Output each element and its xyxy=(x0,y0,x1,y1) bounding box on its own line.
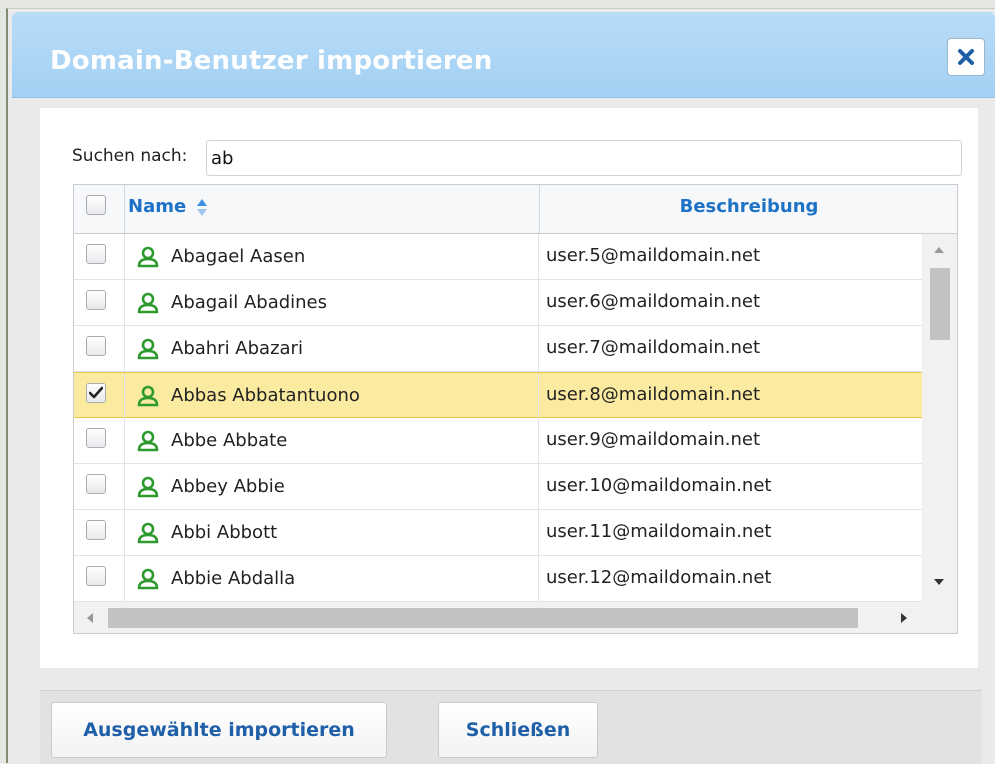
name-cell: Abbi Abbott xyxy=(124,510,539,555)
user-icon xyxy=(137,476,159,498)
user-description: user.9@maildomain.net xyxy=(546,429,761,450)
user-name: Abagail Abadines xyxy=(171,292,328,313)
row-checkbox[interactable] xyxy=(86,244,106,264)
user-name: Abbey Abbie xyxy=(171,476,285,497)
scroll-corner xyxy=(922,602,957,633)
user-icon xyxy=(137,338,159,360)
user-description: user.11@maildomain.net xyxy=(546,521,772,542)
user-name: Abbe Abbate xyxy=(171,430,288,451)
scroll-up-arrow-icon[interactable] xyxy=(933,246,945,254)
user-name: Abagael Aasen xyxy=(171,246,306,267)
column-header-name[interactable]: Name xyxy=(128,196,186,217)
user-description: user.7@maildomain.net xyxy=(546,337,761,358)
row-checkbox-cell xyxy=(74,464,125,509)
name-cell: Abagail Abadines xyxy=(124,280,539,325)
table-row[interactable]: Abbe Abbate user.9@maildomain.net xyxy=(74,418,922,464)
user-name: Abbie Abdalla xyxy=(171,568,296,589)
table-row[interactable]: Abbi Abbott user.11@maildomain.net xyxy=(74,510,922,556)
table-row[interactable]: Abbey Abbie user.10@maildomain.net xyxy=(74,464,922,510)
column-header-description-cell: Beschreibung xyxy=(539,185,957,233)
vertical-scroll-thumb[interactable] xyxy=(930,268,950,340)
user-icon xyxy=(137,246,159,268)
user-icon xyxy=(137,568,159,590)
user-description: user.10@maildomain.net xyxy=(546,475,772,496)
user-name: Abahri Abazari xyxy=(171,338,303,359)
select-all-checkbox[interactable] xyxy=(86,195,106,215)
name-cell: Abbey Abbie xyxy=(124,464,539,509)
user-description: user.12@maildomain.net xyxy=(546,567,772,588)
user-icon xyxy=(137,522,159,544)
name-cell: Abbas Abbatantuono xyxy=(124,373,539,418)
name-cell: Abagael Aasen xyxy=(124,234,539,279)
row-checkbox-cell xyxy=(74,510,125,555)
horizontal-scrollbar[interactable] xyxy=(74,602,922,633)
grid-header: Name Beschreibung xyxy=(74,185,957,234)
table-row[interactable]: Abahri Abazari user.7@maildomain.net xyxy=(74,326,922,372)
row-checkbox[interactable] xyxy=(86,428,106,448)
vertical-scrollbar[interactable] xyxy=(922,234,957,602)
user-name: Abbi Abbott xyxy=(171,522,278,543)
name-cell: Abbe Abbate xyxy=(124,418,539,463)
name-cell: Abbie Abdalla xyxy=(124,556,539,601)
scroll-down-arrow-icon[interactable] xyxy=(933,578,945,586)
row-checkbox-cell xyxy=(74,418,125,463)
row-checkbox[interactable] xyxy=(86,474,106,494)
row-checkbox-cell xyxy=(74,280,125,325)
row-checkbox-checked[interactable] xyxy=(86,383,106,403)
row-checkbox[interactable] xyxy=(86,290,106,310)
column-header-description[interactable]: Beschreibung xyxy=(540,196,957,217)
user-description: user.5@maildomain.net xyxy=(546,245,761,266)
user-grid: Name Beschreibung Abagael Aasen user.5@m… xyxy=(73,184,958,634)
row-checkbox[interactable] xyxy=(86,566,106,586)
row-checkbox-cell xyxy=(74,556,125,601)
close-dialog-button[interactable]: Schließen xyxy=(438,702,598,758)
grid-rows: Abagael Aasen user.5@maildomain.net Abag… xyxy=(74,234,922,602)
row-checkbox[interactable] xyxy=(86,336,106,356)
name-cell: Abahri Abazari xyxy=(124,326,539,371)
scroll-right-arrow-icon[interactable] xyxy=(900,612,908,624)
table-row[interactable]: Abagail Abadines user.6@maildomain.net xyxy=(74,280,922,326)
user-icon xyxy=(137,385,159,407)
close-button[interactable] xyxy=(947,38,985,76)
import-selected-button[interactable]: Ausgewählte importieren xyxy=(51,702,387,758)
search-input[interactable] xyxy=(206,140,962,176)
user-icon xyxy=(137,292,159,314)
row-checkbox-cell xyxy=(74,234,125,279)
horizontal-scroll-thumb[interactable] xyxy=(108,608,858,628)
row-checkbox[interactable] xyxy=(86,520,106,540)
user-name: Abbas Abbatantuono xyxy=(171,385,360,406)
table-row-selected[interactable]: Abbas Abbatantuono user.8@maildomain.net xyxy=(74,372,922,418)
search-label: Suchen nach: xyxy=(72,146,188,166)
dialog-title: Domain-Benutzer importieren xyxy=(50,46,493,76)
scroll-left-arrow-icon[interactable] xyxy=(86,612,94,624)
row-checkbox-cell xyxy=(74,373,125,418)
sort-ascending-icon xyxy=(197,199,207,216)
user-description: user.8@maildomain.net xyxy=(546,384,761,405)
header-checkbox-cell xyxy=(74,185,125,233)
table-row[interactable]: Abagael Aasen user.5@maildomain.net xyxy=(74,234,922,280)
row-checkbox-cell xyxy=(74,326,125,371)
user-icon xyxy=(137,430,159,452)
checkmark-icon xyxy=(89,386,103,399)
table-row[interactable]: Abbie Abdalla user.12@maildomain.net xyxy=(74,556,922,602)
close-icon xyxy=(958,49,974,65)
user-description: user.6@maildomain.net xyxy=(546,291,761,312)
